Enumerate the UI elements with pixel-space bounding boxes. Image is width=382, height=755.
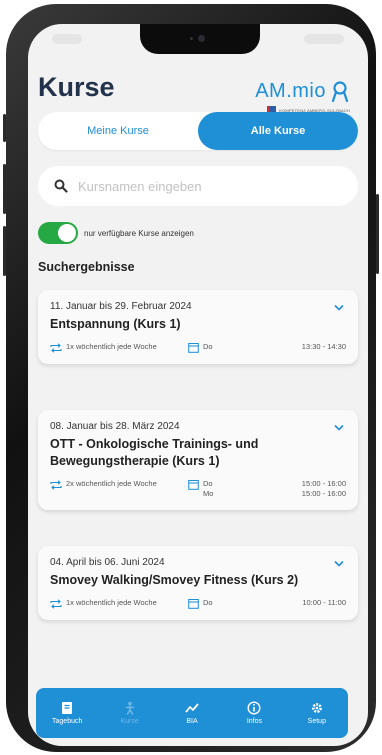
available-toggle-label: nur verfügbare Kurse anzeigen: [84, 228, 194, 238]
search-bar[interactable]: [38, 166, 358, 206]
results-title: Suchergebnisse: [38, 260, 135, 274]
person-icon: [125, 701, 134, 715]
volume-down-button: [3, 226, 6, 276]
available-filter: nur verfügbare Kurse anzeigen: [38, 222, 194, 244]
course-times: 13:30 - 14:30: [301, 342, 346, 351]
course-name: OTT - Onkologische Trainings- und Bewegu…: [50, 437, 259, 468]
tab-tagebuch[interactable]: Tagebuch: [36, 688, 98, 738]
course-days: Do: [203, 342, 213, 351]
course-days: Do: [203, 598, 213, 607]
tab-label: Tagebuch: [52, 718, 83, 725]
course-times: 10:00 - 11:00: [302, 598, 346, 607]
tab-kurse[interactable]: Kurse: [98, 688, 160, 738]
available-toggle[interactable]: [38, 222, 78, 244]
book-icon: [62, 702, 73, 714]
course-card[interactable]: 04. April bis 06. Juni 2024 Smovey Walki…: [38, 546, 358, 620]
info-icon: [247, 701, 261, 715]
power-button: [376, 194, 379, 274]
chevron-down-icon[interactable]: [334, 424, 344, 431]
tab-label: Kurse: [120, 718, 139, 725]
course-date: 04. April bis 06. Juni 2024: [50, 557, 165, 568]
status-time: [52, 34, 82, 44]
course-date: 11. Januar bis 29. Februar 2024: [50, 301, 192, 312]
repeat-icon: [50, 599, 62, 609]
volume-up-button: [3, 164, 6, 214]
tab-alle-kurse[interactable]: Alle Kurse: [198, 112, 358, 150]
course-name: Entspannung (Kurs 1): [50, 317, 181, 331]
sensor-dot: [190, 37, 193, 40]
tab-label: Infos: [246, 718, 263, 725]
course-segmented-control: Meine Kurse Alle Kurse: [38, 112, 358, 150]
mute-switch: [3, 114, 6, 142]
course-card[interactable]: 11. Januar bis 29. Februar 2024 Entspann…: [38, 290, 358, 364]
bottom-tab-bar: Tagebuch Kurse BIA Infos Setup: [36, 688, 348, 738]
calendar-icon: [188, 480, 199, 490]
page-title: Kurse: [38, 72, 115, 102]
calendar-icon: [188, 599, 199, 609]
course-frequency: 2x wöchentlich jede Woche: [66, 479, 157, 488]
front-camera: [198, 35, 205, 42]
brand-logo: AM.mio KOMPETENZ AMBERG-SULZBACH: [255, 80, 350, 114]
search-icon: [54, 179, 68, 193]
tab-bia[interactable]: BIA: [161, 688, 223, 738]
ribbon-icon: [331, 80, 349, 102]
tab-label: BIA: [186, 718, 198, 725]
tab-infos[interactable]: Infos: [223, 688, 285, 738]
brand-name: AM.mio: [255, 80, 326, 102]
course-days: Do Mo: [203, 479, 214, 498]
course-date: 08. Januar bis 28. März 2024: [50, 421, 180, 432]
course-name: Smovey Walking/Smovey Fitness (Kurs 2): [50, 573, 299, 587]
tab-setup[interactable]: Setup: [286, 688, 348, 738]
course-frequency: 1x wöchentlich jede Woche: [66, 342, 157, 351]
tab-label: Setup: [307, 718, 326, 725]
course-card[interactable]: 08. Januar bis 28. März 2024 OTT - Onkol…: [38, 410, 358, 510]
tab-meine-kurse[interactable]: Meine Kurse: [38, 112, 198, 150]
calendar-icon: [188, 343, 199, 353]
status-icons: [304, 34, 344, 44]
notch: [140, 24, 260, 54]
course-frequency: 1x wöchentlich jede Woche: [66, 598, 157, 607]
chevron-down-icon[interactable]: [334, 304, 344, 311]
chevron-down-icon[interactable]: [334, 560, 344, 567]
repeat-icon: [50, 480, 62, 490]
search-input[interactable]: [78, 178, 328, 194]
repeat-icon: [50, 343, 62, 353]
course-times: 15:00 - 16:00 15:00 - 16:00: [301, 479, 346, 498]
gear-icon: [311, 703, 322, 713]
chart-line-icon: [185, 703, 199, 713]
toggle-knob: [58, 224, 76, 242]
